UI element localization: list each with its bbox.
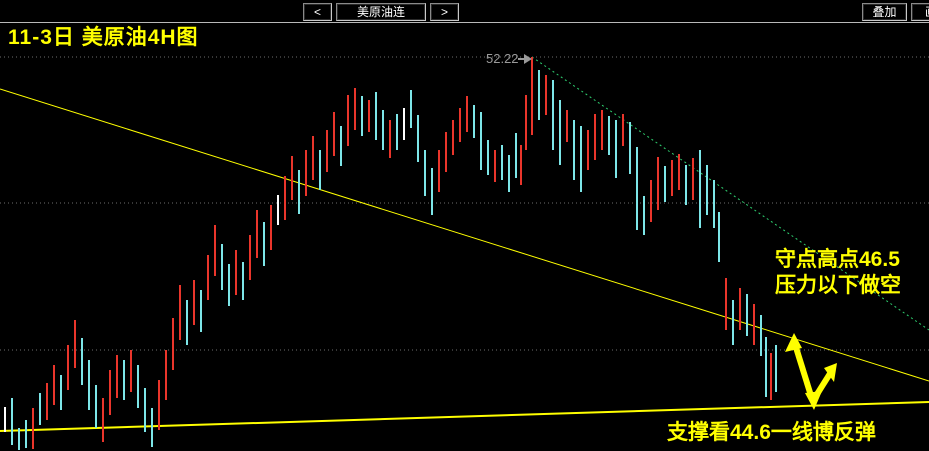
support-note: 支撑看44.6一线博反弹 — [667, 416, 876, 446]
chart-title: 11-3日 美原油4H图 — [8, 21, 199, 51]
overlay-button[interactable]: 叠加 — [862, 3, 907, 21]
draw-tools-button[interactable]: 画 — [911, 3, 929, 21]
forecast-arrow-head-icon — [805, 391, 822, 410]
app-window: < 美原油连 > 叠加 画 11-3日 美原油4H图 守点高点46.5 压力以下… — [0, 0, 929, 451]
next-symbol-button[interactable]: > — [430, 3, 459, 21]
chart-canvas[interactable] — [0, 0, 929, 451]
resistance-note-line2: 压力以下做空 — [775, 273, 901, 299]
resistance-note-line1: 守点高点46.5 — [775, 247, 901, 273]
peak-price-label: 52.22 — [486, 51, 519, 66]
resistance-note: 守点高点46.5 压力以下做空 — [775, 247, 901, 299]
prev-symbol-button[interactable]: < — [303, 3, 332, 21]
symbol-selector-button[interactable]: 美原油连 — [336, 3, 426, 21]
descending-resistance-line — [0, 89, 929, 381]
peak-arrow-head-icon — [524, 54, 532, 64]
forecast-arrow-shaft — [794, 341, 812, 399]
